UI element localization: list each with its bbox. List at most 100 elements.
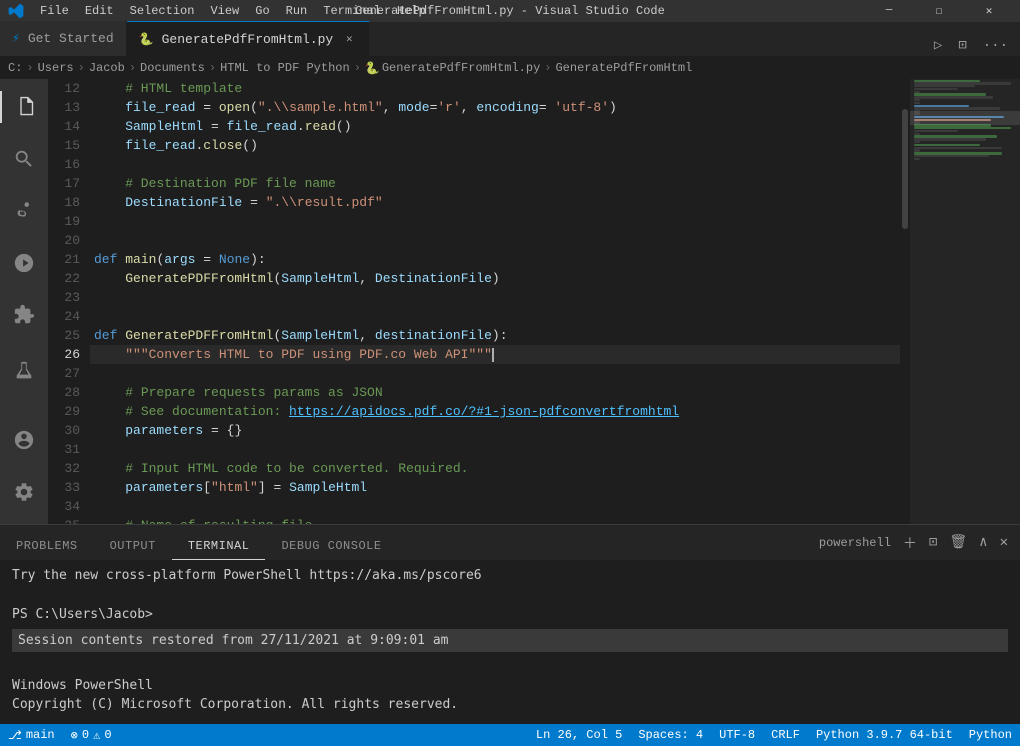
tab-get-started-label: Get Started bbox=[28, 31, 114, 46]
code-line-26: """Converts HTML to PDF using PDF.co Web… bbox=[90, 345, 900, 364]
code-line-30: parameters = {} bbox=[90, 421, 900, 440]
menu-go[interactable]: Go bbox=[247, 2, 277, 20]
terminal-line-ps: Windows PowerShell bbox=[12, 676, 1008, 696]
error-count: 0 bbox=[82, 728, 89, 742]
tab-debug-console[interactable]: DEBUG CONSOLE bbox=[265, 533, 397, 560]
vscode-logo-icon bbox=[8, 3, 24, 19]
close-button[interactable]: ✕ bbox=[966, 0, 1012, 22]
terminal-line-1: Try the new cross-platform PowerShell ht… bbox=[12, 566, 1008, 586]
status-spaces[interactable]: Spaces: 4 bbox=[630, 728, 711, 742]
code-line-32: # Input HTML code to be converted. Requi… bbox=[90, 459, 900, 478]
menu-edit[interactable]: Edit bbox=[77, 2, 122, 20]
terminal-label: powershell bbox=[815, 536, 895, 550]
activity-source-control[interactable] bbox=[0, 187, 48, 235]
bc-documents[interactable]: Documents bbox=[140, 61, 205, 75]
error-icon: ⊗ bbox=[71, 728, 78, 743]
code-line-22: GeneratePDFFromHtml(SampleHtml, Destinat… bbox=[90, 269, 900, 288]
code-line-25: def GeneratePDFFromHtml(SampleHtml, dest… bbox=[90, 326, 900, 345]
code-line-24 bbox=[90, 307, 900, 326]
code-line-19 bbox=[90, 212, 900, 231]
line-numbers: 12 13 14 15 16 17 18 19 20 21 22 23 24 2… bbox=[48, 79, 90, 524]
split-editor-button[interactable]: ⊡ bbox=[954, 35, 970, 56]
terminal-content[interactable]: Try the new cross-platform PowerShell ht… bbox=[0, 560, 1020, 724]
terminal-line-blank bbox=[12, 656, 1008, 676]
code-line-29: # See documentation: https://apidocs.pdf… bbox=[90, 402, 900, 421]
tab-problems[interactable]: PROBLEMS bbox=[0, 533, 94, 560]
activity-extensions[interactable] bbox=[0, 291, 48, 339]
tab-generate-pdf[interactable]: 🐍 GeneratePdfFromHtml.py ✕ bbox=[127, 21, 371, 56]
code-line-18: DestinationFile = ".\\result.pdf" bbox=[90, 193, 900, 212]
menu-selection[interactable]: Selection bbox=[122, 2, 203, 20]
bc-file-icon: 🐍 bbox=[365, 61, 380, 76]
bc-jacob[interactable]: Jacob bbox=[89, 61, 125, 75]
code-line-15: file_read.close() bbox=[90, 136, 900, 155]
panel-actions: powershell ＋ ⊡ 🗑 ∧ ✕ bbox=[807, 525, 1020, 560]
tab-terminal[interactable]: TERMINAL bbox=[172, 533, 266, 560]
tab-output[interactable]: OUTPUT bbox=[94, 533, 172, 560]
activity-settings[interactable] bbox=[0, 468, 48, 516]
tab-bar-actions: ▷ ⊡ ··· bbox=[922, 35, 1020, 56]
new-terminal-button[interactable]: ＋ bbox=[899, 531, 921, 555]
branch-name: main bbox=[26, 728, 55, 742]
python-file-icon: 🐍 bbox=[139, 32, 154, 47]
editor-scrollbar[interactable] bbox=[900, 79, 910, 524]
activity-testing[interactable] bbox=[0, 347, 48, 395]
window-controls: ─ ☐ ✕ bbox=[866, 0, 1012, 22]
title-bar: File Edit Selection View Go Run Terminal… bbox=[0, 0, 1020, 22]
code-line-14: SampleHtml = file_read.read() bbox=[90, 117, 900, 136]
code-content: 12 13 14 15 16 17 18 19 20 21 22 23 24 2… bbox=[48, 79, 1020, 524]
code-line-31 bbox=[90, 440, 900, 459]
bc-c[interactable]: C: bbox=[8, 61, 22, 75]
bc-symbol[interactable]: GeneratePdfFromHtml bbox=[555, 61, 692, 75]
status-bar-right: Ln 26, Col 5 Spaces: 4 UTF-8 CRLF Python… bbox=[528, 728, 1020, 742]
status-errors[interactable]: ⊗ 0 ⚠ 0 bbox=[63, 724, 120, 746]
minimize-button[interactable]: ─ bbox=[866, 0, 912, 22]
terminal-line-2 bbox=[12, 586, 1008, 606]
code-line-12: # HTML template bbox=[90, 79, 900, 98]
warning-icon: ⚠ bbox=[93, 728, 100, 743]
code-editor[interactable]: 12 13 14 15 16 17 18 19 20 21 22 23 24 2… bbox=[48, 79, 1020, 524]
terminal-prompt-1: PS C:\Users\Jacob> bbox=[12, 605, 1008, 625]
bottom-panel: PROBLEMS OUTPUT TERMINAL DEBUG CONSOLE p… bbox=[0, 524, 1020, 724]
bc-users[interactable]: Users bbox=[38, 61, 74, 75]
status-branch[interactable]: ⎇ main bbox=[0, 724, 63, 746]
more-actions-button[interactable]: ··· bbox=[979, 36, 1012, 56]
code-line-23 bbox=[90, 288, 900, 307]
terminal-line-blank2 bbox=[12, 715, 1008, 725]
activity-explorer[interactable] bbox=[0, 83, 48, 131]
status-eol[interactable]: CRLF bbox=[763, 728, 808, 742]
code-line-16 bbox=[90, 155, 900, 174]
split-terminal-button[interactable]: ⊡ bbox=[925, 532, 941, 553]
activity-run-debug[interactable] bbox=[0, 239, 48, 287]
kill-terminal-button[interactable]: 🗑 bbox=[945, 532, 971, 553]
code-line-27 bbox=[90, 364, 900, 383]
activity-search[interactable] bbox=[0, 135, 48, 183]
status-language[interactable]: Python bbox=[961, 728, 1020, 742]
maximize-button[interactable]: ☐ bbox=[916, 0, 962, 22]
tab-active-label: GeneratePdfFromHtml.py bbox=[162, 32, 334, 47]
tab-close-button[interactable]: ✕ bbox=[341, 31, 357, 47]
status-bar: ⎇ main ⊗ 0 ⚠ 0 Ln 26, Col 5 Spaces: 4 UT… bbox=[0, 724, 1020, 746]
code-line-34 bbox=[90, 497, 900, 516]
menu-view[interactable]: View bbox=[202, 2, 247, 20]
maximize-panel-button[interactable]: ∧ bbox=[975, 532, 991, 553]
close-panel-button[interactable]: ✕ bbox=[996, 532, 1012, 553]
bc-html-to-pdf[interactable]: HTML to PDF Python bbox=[220, 61, 350, 75]
status-encoding[interactable]: UTF-8 bbox=[711, 728, 763, 742]
status-python-version[interactable]: Python 3.9.7 64-bit bbox=[808, 728, 961, 742]
run-python-button[interactable]: ▷ bbox=[930, 35, 946, 56]
status-line-col[interactable]: Ln 26, Col 5 bbox=[528, 728, 630, 742]
code-line-17: # Destination PDF file name bbox=[90, 174, 900, 193]
code-line-21: def main(args = None): bbox=[90, 250, 900, 269]
activity-accounts[interactable] bbox=[0, 416, 48, 464]
panel-tabs: PROBLEMS OUTPUT TERMINAL DEBUG CONSOLE p… bbox=[0, 525, 1020, 560]
editor-area: 12 13 14 15 16 17 18 19 20 21 22 23 24 2… bbox=[48, 79, 1020, 524]
code-line-13: file_read = open(".\\sample.html", mode=… bbox=[90, 98, 900, 117]
code-line-35: # Name of resulting file bbox=[90, 516, 900, 524]
breadcrumb: C: › Users › Jacob › Documents › HTML to… bbox=[0, 57, 1020, 79]
minimap bbox=[910, 79, 1020, 524]
bc-filename[interactable]: GeneratePdfFromHtml.py bbox=[382, 61, 540, 75]
tab-get-started[interactable]: ⚡ Get Started bbox=[0, 21, 127, 56]
menu-run[interactable]: Run bbox=[278, 2, 316, 20]
menu-file[interactable]: File bbox=[32, 2, 77, 20]
